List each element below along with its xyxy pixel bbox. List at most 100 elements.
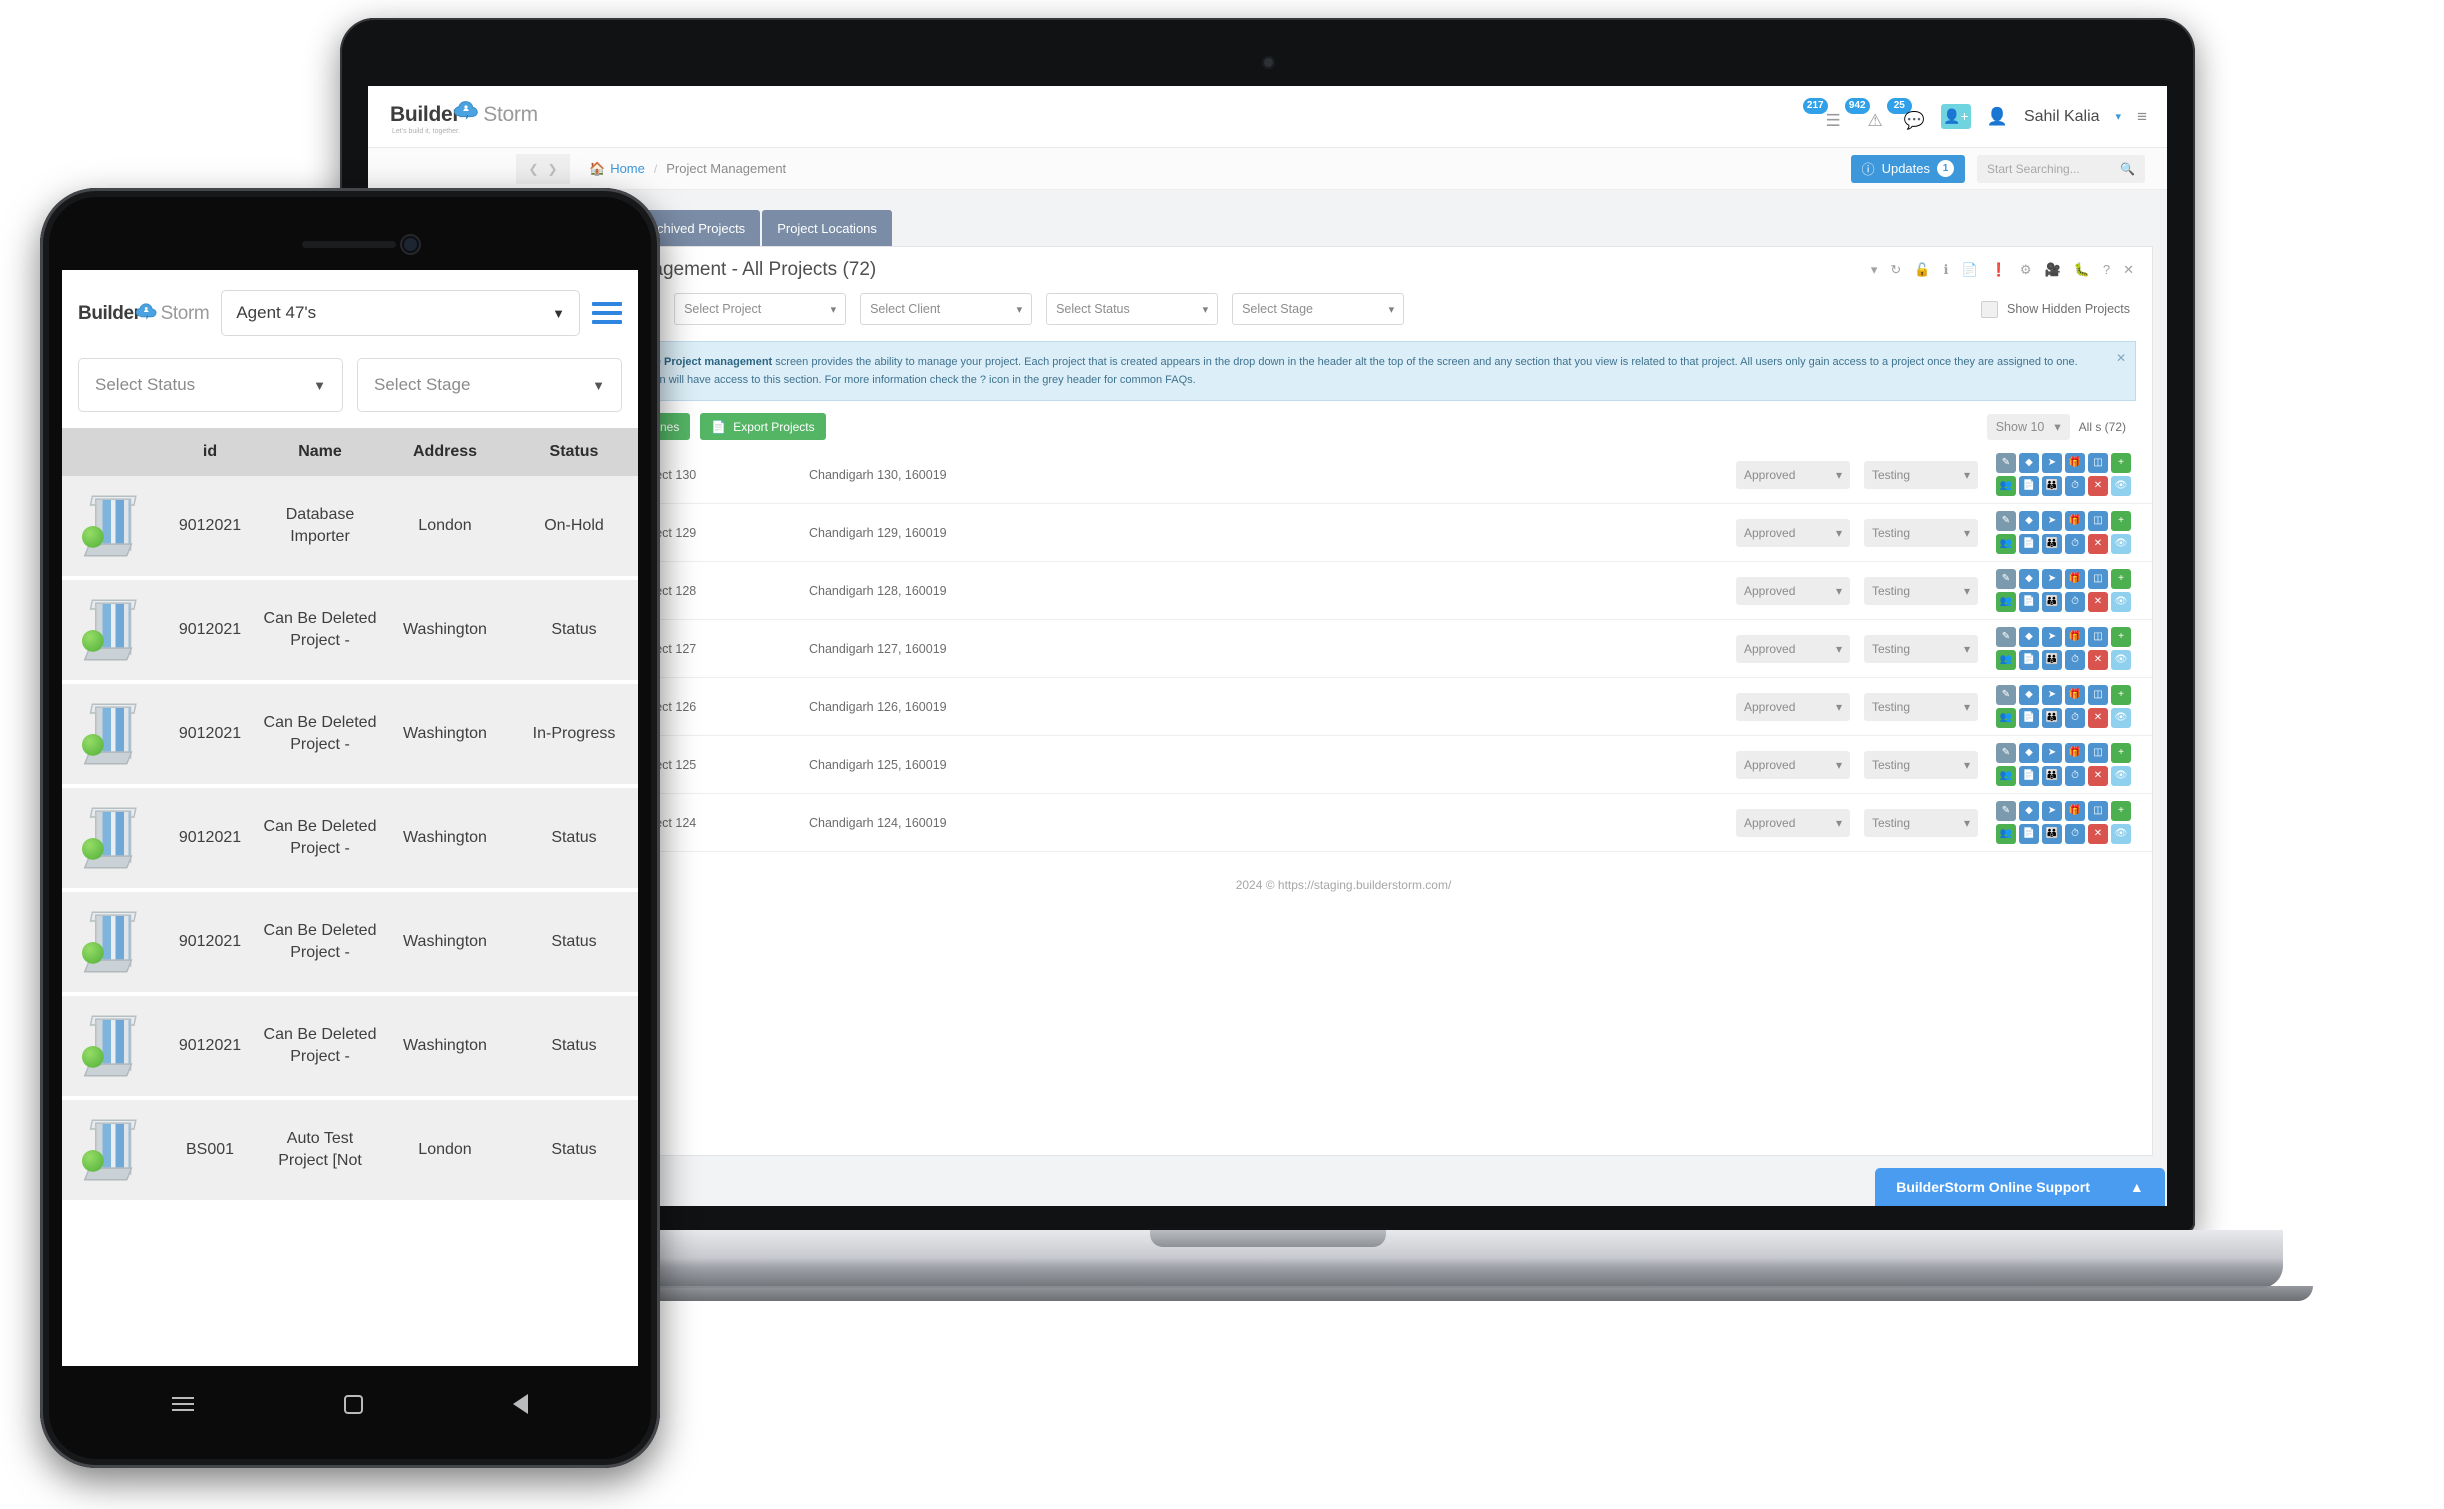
team-action-icon[interactable]: 👪 <box>2042 824 2062 845</box>
eye-action-icon[interactable]: 👁 <box>2111 534 2131 555</box>
refresh-icon[interactable]: ↻ <box>1890 262 1901 278</box>
plus-action-icon[interactable]: + <box>2111 801 2131 822</box>
eye-action-icon[interactable]: 👁 <box>2111 650 2131 671</box>
show-count-dropdown[interactable]: Show 10 ▾ <box>1986 413 2070 440</box>
clock-action-icon[interactable]: ⏱ <box>2065 708 2085 729</box>
diamond-action-icon[interactable]: ◆ <box>2019 801 2039 822</box>
export-projects-button[interactable]: 📄 Export Projects <box>700 413 826 441</box>
send-action-icon[interactable]: ➤ <box>2042 569 2062 590</box>
show-hidden-checkbox[interactable] <box>1981 300 1999 318</box>
diamond-action-icon[interactable]: ◆ <box>2019 743 2039 764</box>
diamond-action-icon[interactable]: ◆ <box>2019 511 2039 532</box>
users-action-icon[interactable]: 👥 <box>1996 476 2016 497</box>
clock-action-icon[interactable]: ⏱ <box>2065 766 2085 787</box>
gift-action-icon[interactable]: 🎁 <box>2065 743 2085 764</box>
archive-action-icon[interactable]: ◫ <box>2088 569 2108 590</box>
document-action-icon[interactable]: 📄 <box>2019 534 2039 555</box>
select-stage-dropdown[interactable]: Select Stage ▾ <box>1232 293 1405 325</box>
breadcrumb-home-link[interactable]: 🏠 Home <box>589 161 645 177</box>
eye-action-icon[interactable]: 👁 <box>2111 766 2131 787</box>
list-item[interactable]: 9012021 Database Importer London On-Hold <box>62 476 638 580</box>
team-action-icon[interactable]: 👪 <box>2042 534 2062 555</box>
gift-action-icon[interactable]: 🎁 <box>2065 801 2085 822</box>
chevron-down-icon[interactable]: ▾ <box>2116 110 2122 123</box>
edit-action-icon[interactable]: ✎ <box>1996 627 2016 648</box>
list-item[interactable]: 9012021 Can Be Deleted Project - Washingto… <box>62 580 638 684</box>
delete-action-icon[interactable]: ✕ <box>2088 534 2108 555</box>
send-action-icon[interactable]: ➤ <box>2042 627 2062 648</box>
edit-action-icon[interactable]: ✎ <box>1996 569 2016 590</box>
video-icon[interactable]: 🎥 <box>2044 262 2060 278</box>
settings-icon[interactable]: ⚙ <box>2020 262 2032 278</box>
list-item[interactable]: 9012021 Can Be Deleted Project - Washingto… <box>62 684 638 788</box>
recents-icon[interactable] <box>172 1397 194 1411</box>
lock-icon[interactable]: 🔓 <box>1914 262 1930 278</box>
row-status-dropdown[interactable]: Approved ▾ <box>1736 634 1850 663</box>
send-action-icon[interactable]: ➤ <box>2042 453 2062 474</box>
phone-select-status[interactable]: Select Status ▼ <box>78 358 343 412</box>
archive-action-icon[interactable]: ◫ <box>2088 801 2108 822</box>
row-status-dropdown[interactable]: Approved ▾ <box>1736 576 1850 605</box>
document-action-icon[interactable]: 📄 <box>2019 766 2039 787</box>
eye-action-icon[interactable]: 👁 <box>2111 476 2131 497</box>
document-action-icon[interactable]: 📄 <box>2019 650 2039 671</box>
document-action-icon[interactable]: 📄 <box>2019 708 2039 729</box>
team-action-icon[interactable]: 👪 <box>2042 766 2062 787</box>
team-action-icon[interactable]: 👪 <box>2042 708 2062 729</box>
diamond-action-icon[interactable]: ◆ <box>2019 627 2039 648</box>
row-status-dropdown[interactable]: Approved ▾ <box>1736 460 1850 489</box>
phone-menu-button[interactable] <box>592 302 622 324</box>
send-action-icon[interactable]: ➤ <box>2042 685 2062 706</box>
chevron-left-icon[interactable]: ❮ <box>528 162 538 176</box>
table-row[interactable]: Project 126 Chandigarh 126, 160019 Approve… <box>535 678 2152 745</box>
close-icon[interactable]: ✕ <box>2116 349 2126 369</box>
row-status-dropdown[interactable]: Approved ▾ <box>1736 808 1850 837</box>
alert-icon[interactable]: ❗ <box>1991 262 2007 278</box>
archive-action-icon[interactable]: ◫ <box>2088 685 2108 706</box>
messages-badge-icon[interactable]: 25 💬 <box>1886 97 1925 129</box>
document-action-icon[interactable]: 📄 <box>2019 824 2039 845</box>
clock-action-icon[interactable]: ⏱ <box>2065 476 2085 497</box>
document-action-icon[interactable]: 📄 <box>2019 476 2039 497</box>
send-action-icon[interactable]: ➤ <box>2042 801 2062 822</box>
table-row[interactable]: Project 127 Chandigarh 127, 160019 Approve… <box>535 620 2152 687</box>
home-icon[interactable] <box>344 1394 363 1414</box>
delete-action-icon[interactable]: ✕ <box>2088 766 2108 787</box>
delete-action-icon[interactable]: ✕ <box>2088 708 2108 729</box>
row-stage-dropdown[interactable]: Testing ▾ <box>1864 518 1978 547</box>
list-item[interactable]: 9012021 Can Be Deleted Project - Washingto… <box>62 788 638 892</box>
phone-project-dropdown[interactable]: Agent 47's ▼ <box>221 290 580 336</box>
row-status-dropdown[interactable]: Approved ▾ <box>1736 750 1850 779</box>
info-icon[interactable]: ℹ <box>1944 262 1949 278</box>
edit-action-icon[interactable]: ✎ <box>1996 453 2016 474</box>
diamond-action-icon[interactable]: ◆ <box>2019 453 2039 474</box>
phone-select-stage[interactable]: Select Stage ▼ <box>357 358 622 412</box>
list-item[interactable]: 9012021 Can Be Deleted Project - Washingto… <box>62 996 638 1100</box>
plus-action-icon[interactable]: + <box>2111 569 2131 590</box>
eye-action-icon[interactable]: 👁 <box>2111 824 2131 845</box>
edit-action-icon[interactable]: ✎ <box>1996 511 2016 532</box>
edit-action-icon[interactable]: ✎ <box>1996 685 2016 706</box>
clock-action-icon[interactable]: ⏱ <box>2065 534 2085 555</box>
eye-action-icon[interactable]: 👁 <box>2111 708 2131 729</box>
archive-action-icon[interactable]: ◫ <box>2088 743 2108 764</box>
row-status-dropdown[interactable]: Approved ▾ <box>1736 692 1850 721</box>
history-nav-arrows[interactable]: ❮ ❯ <box>516 154 570 184</box>
updates-button[interactable]: ⓘ Updates 1 <box>1850 154 1965 183</box>
chevron-up-icon[interactable]: ▲ <box>2130 1179 2144 1195</box>
clock-action-icon[interactable]: ⏱ <box>2065 650 2085 671</box>
team-action-icon[interactable]: 👪 <box>2042 650 2062 671</box>
diamond-action-icon[interactable]: ◆ <box>2019 569 2039 590</box>
document-action-icon[interactable]: 📄 <box>2019 592 2039 613</box>
clock-action-icon[interactable]: ⏱ <box>2065 592 2085 613</box>
search-input[interactable]: Start Searching... 🔍 <box>1977 154 2145 183</box>
show-hidden-projects-toggle[interactable]: Show Hidden Projects <box>1981 300 2136 318</box>
row-stage-dropdown[interactable]: Testing ▾ <box>1864 692 1978 721</box>
row-stage-dropdown[interactable]: Testing ▾ <box>1864 634 1978 663</box>
team-action-icon[interactable]: 👪 <box>2042 592 2062 613</box>
users-action-icon[interactable]: 👥 <box>1996 708 2016 729</box>
select-status-dropdown[interactable]: Select Status ▾ <box>1046 293 1219 325</box>
gift-action-icon[interactable]: 🎁 <box>2065 685 2085 706</box>
send-action-icon[interactable]: ➤ <box>2042 743 2062 764</box>
archive-action-icon[interactable]: ◫ <box>2088 627 2108 648</box>
